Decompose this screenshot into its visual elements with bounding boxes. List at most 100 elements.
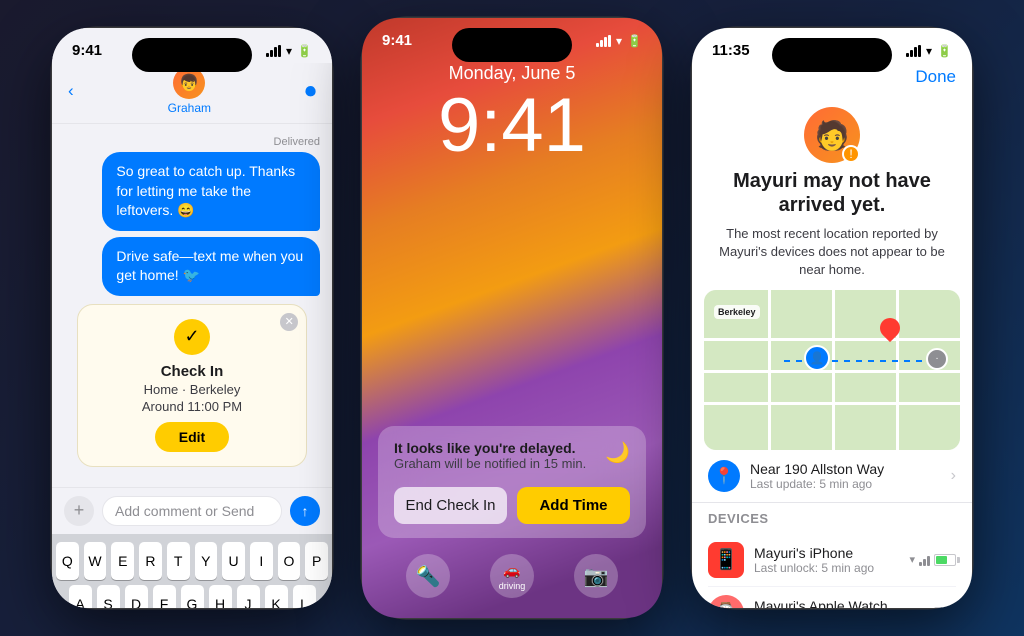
chevron-right-icon: › bbox=[951, 467, 956, 485]
keyboard: Q W E R T Y U I O P A S D F G H J K L bbox=[52, 534, 332, 608]
alert-avatar: 🧑 ! bbox=[804, 107, 860, 163]
device1-name: Mayuri's iPhone bbox=[754, 545, 874, 561]
key-r[interactable]: R bbox=[139, 542, 162, 580]
devices-section: DEVICES 📱 Mayuri's iPhone Last unlock: 5… bbox=[692, 503, 972, 608]
battery-indicator bbox=[934, 554, 956, 566]
devices-label: DEVICES bbox=[708, 511, 956, 526]
notif-top: It looks like you're delayed. Graham wil… bbox=[394, 440, 630, 483]
alert-badge: ! bbox=[842, 145, 860, 163]
notif-buttons: End Check In Add Time bbox=[394, 487, 630, 524]
messages-body: Delivered So great to catch up. Thanks f… bbox=[52, 124, 332, 487]
map-dot: · bbox=[926, 348, 948, 370]
device1-battery: ▾ bbox=[909, 553, 956, 566]
key-y[interactable]: Y bbox=[195, 542, 218, 580]
map-container: Berkeley 👤 · bbox=[704, 290, 960, 450]
wifi-icon-3: ▾ bbox=[926, 44, 932, 58]
map-road bbox=[896, 290, 899, 450]
send-button[interactable]: ↑ bbox=[290, 496, 320, 526]
key-s[interactable]: S bbox=[97, 585, 120, 608]
camera-icon[interactable]: 📷 bbox=[574, 554, 618, 598]
driving-label: driving bbox=[499, 581, 526, 591]
dynamic-island-3 bbox=[772, 38, 892, 72]
keyboard-row-1: Q W E R T Y U I O P bbox=[56, 542, 328, 580]
device1-sub: Last unlock: 5 min ago bbox=[754, 561, 874, 575]
device2-info: Mayuri's Apple Watch Last update... bbox=[754, 598, 888, 608]
add-attachment-button[interactable]: + bbox=[64, 496, 94, 526]
key-q[interactable]: Q bbox=[56, 542, 79, 580]
device-row-iphone: 📱 Mayuri's iPhone Last unlock: 5 min ago… bbox=[708, 534, 956, 587]
checkin-close-button[interactable]: ✕ bbox=[280, 313, 298, 331]
notif-title: It looks like you're delayed. bbox=[394, 440, 586, 456]
add-time-button[interactable]: Add Time bbox=[517, 487, 630, 524]
key-j[interactable]: J bbox=[237, 585, 260, 608]
dynamic-island-2 bbox=[452, 28, 572, 62]
map-road bbox=[832, 290, 835, 450]
wifi-icon: ▾ bbox=[286, 44, 292, 58]
end-checkin-button[interactable]: End Check In bbox=[394, 487, 507, 524]
phone1-screen: 9:41 ▾ 🔋 ‹ 👦 Graham ⏺ Delive bbox=[52, 28, 332, 608]
battery-icon-2: 🔋 bbox=[627, 34, 642, 48]
signal-bars-device1 bbox=[919, 554, 930, 566]
key-w[interactable]: W bbox=[84, 542, 107, 580]
key-d[interactable]: D bbox=[125, 585, 148, 608]
status-time-3: 11:35 bbox=[712, 42, 750, 59]
key-u[interactable]: U bbox=[222, 542, 245, 580]
watch-icon: ⌚ bbox=[708, 595, 744, 608]
phone3-screen: 11:35 ▾ 🔋 Done 🧑 ! Mayuri may not bbox=[692, 28, 972, 608]
message-input[interactable]: Add comment or Send bbox=[102, 496, 282, 526]
lock-time: 9:41 bbox=[362, 88, 662, 194]
flashlight-icon[interactable]: 🔦 bbox=[406, 554, 450, 598]
back-button[interactable]: ‹ bbox=[68, 81, 74, 101]
map-area-label: Berkeley bbox=[714, 305, 760, 319]
map-grid: Berkeley 👤 · bbox=[704, 290, 960, 450]
key-i[interactable]: I bbox=[250, 542, 273, 580]
checkin-location: Home · Berkeley bbox=[92, 382, 292, 397]
signal-icon bbox=[266, 45, 281, 57]
delivered-label: Delivered bbox=[64, 136, 320, 148]
device1-info: Mayuri's iPhone Last unlock: 5 min ago bbox=[754, 545, 874, 575]
message-bubble-sent-2: Drive safe—text me when you get home! 🐦 bbox=[102, 237, 320, 296]
edit-button[interactable]: Edit bbox=[155, 422, 229, 452]
contact-name[interactable]: Graham bbox=[168, 101, 211, 115]
phone2-screen: 9:41 ▾ 🔋 Monday, June 5 9:41 It looks li… bbox=[362, 18, 662, 618]
map-road bbox=[768, 290, 771, 450]
location-text: Near 190 Allston Way Last update: 5 min … bbox=[750, 461, 884, 491]
key-f[interactable]: F bbox=[153, 585, 176, 608]
key-e[interactable]: E bbox=[111, 542, 134, 580]
status-icons-3: ▾ 🔋 bbox=[906, 44, 952, 58]
battery-indicator-2 bbox=[934, 607, 956, 608]
battery-icon: 🔋 bbox=[297, 44, 312, 58]
map-user-pin: 👤 bbox=[804, 345, 830, 371]
keyboard-row-2: A S D F G H J K L bbox=[56, 585, 328, 608]
dynamic-island-1 bbox=[132, 38, 252, 72]
status-time-1: 9:41 bbox=[72, 42, 102, 59]
alert-title: Mayuri may not have arrived yet. bbox=[708, 169, 956, 217]
video-call-button[interactable]: ⏺ bbox=[305, 78, 316, 104]
key-p[interactable]: P bbox=[305, 542, 328, 580]
key-o[interactable]: O bbox=[278, 542, 301, 580]
done-button[interactable]: Done bbox=[915, 67, 956, 87]
alert-desc: The most recent location reported by May… bbox=[708, 225, 956, 280]
battery-icon-3: 🔋 bbox=[937, 44, 952, 58]
key-h[interactable]: H bbox=[209, 585, 232, 608]
key-a[interactable]: A bbox=[69, 585, 92, 608]
device-row-watch: ⌚ Mayuri's Apple Watch Last update... bbox=[708, 587, 956, 608]
notif-subtitle: Graham will be notified in 15 min. bbox=[394, 456, 586, 471]
checkin-check-icon: ✓ bbox=[174, 319, 210, 355]
wifi-status: ▾ bbox=[909, 553, 915, 566]
key-t[interactable]: T bbox=[167, 542, 190, 580]
location-update: Last update: 5 min ago bbox=[750, 477, 884, 491]
key-l[interactable]: L bbox=[293, 585, 316, 608]
device2-battery bbox=[934, 607, 956, 608]
key-k[interactable]: K bbox=[265, 585, 288, 608]
location-row[interactable]: 📍 Near 190 Allston Way Last update: 5 mi… bbox=[692, 450, 972, 503]
key-g[interactable]: G bbox=[181, 585, 204, 608]
phone-messages: 9:41 ▾ 🔋 ‹ 👦 Graham ⏺ Delive bbox=[52, 28, 332, 608]
notif-moon-icon: 🌙 bbox=[605, 440, 630, 465]
checkin-title: Check In bbox=[92, 363, 292, 380]
contact-info: 👦 Graham bbox=[168, 67, 211, 115]
driving-icon[interactable]: 🚗 driving bbox=[490, 554, 534, 598]
lock-dock: 🔦 🚗 driving 📷 bbox=[362, 554, 662, 598]
signal-icon-3 bbox=[906, 45, 921, 57]
status-time-2: 9:41 bbox=[382, 32, 412, 49]
